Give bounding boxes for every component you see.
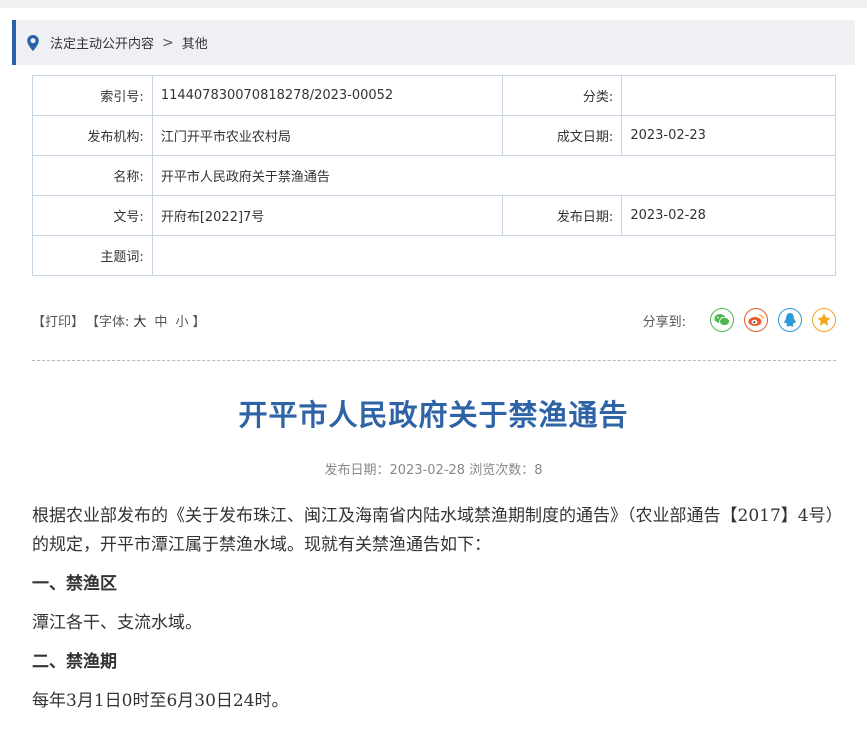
breadcrumb: 法定主动公开内容 > 其他: [12, 20, 855, 65]
qq-icon[interactable]: [778, 308, 802, 332]
doc-no-value: 开府布[2022]7号: [151, 195, 503, 236]
qzone-icon[interactable]: [812, 308, 836, 332]
written-date-value: 2023-02-23: [621, 115, 836, 156]
category-value: [621, 75, 836, 116]
article-title: 开平市人民政府关于禁渔通告: [238, 398, 629, 432]
table-row: 文号: 开府布[2022]7号 发布日期: 2023-02-28: [32, 195, 836, 236]
category-label: 分类:: [501, 75, 623, 116]
wechat-icon[interactable]: [710, 308, 734, 332]
publisher-label: 发布机构:: [32, 115, 153, 156]
font-size-prefix: 【字体:: [86, 314, 130, 330]
publish-date-label: 发布日期:: [501, 195, 623, 236]
table-row: 主题词:: [32, 235, 837, 276]
breadcrumb-current: 其他: [181, 37, 208, 52]
share-bar: 分享到:: [643, 308, 836, 332]
table-row: 名称: 开平市人民政府关于禁渔通告: [32, 155, 837, 196]
publisher-value: 江门开平市农业农村局: [151, 115, 503, 156]
metadata-table: 索引号: 114407830070818278/2023-00052 分类: 发…: [32, 75, 837, 276]
section-heading: 一、禁渔区: [32, 574, 117, 594]
paragraph: 潭江各干、支流水域。: [32, 613, 202, 633]
article-tools: 【打印】 【字体: 大 中 小 】 分享到:: [32, 304, 836, 336]
section-heading: 二、禁渔期: [32, 652, 117, 672]
index-label: 索引号:: [32, 75, 153, 116]
name-value: 开平市人民政府关于禁渔通告: [151, 155, 837, 196]
table-row: 发布机构: 江门开平市农业农村局 成文日期: 2023-02-23: [32, 115, 836, 156]
location-pin-icon: [26, 34, 40, 51]
font-small-button[interactable]: 小: [175, 311, 188, 330]
written-date-label: 成文日期:: [501, 115, 623, 156]
font-size-suffix: 】: [192, 314, 206, 330]
table-row: 索引号: 114407830070818278/2023-00052 分类:: [32, 75, 836, 116]
doc-no-label: 文号:: [32, 195, 153, 236]
paragraph: 每年3月1日0时至6月30日24时。: [32, 691, 289, 711]
font-large-button[interactable]: 大: [133, 311, 146, 330]
publish-date-value: 2023-02-28: [621, 195, 836, 236]
divider: [32, 360, 836, 361]
weibo-icon[interactable]: [744, 308, 768, 332]
breadcrumb-link[interactable]: 法定主动公开内容: [50, 33, 154, 52]
article-meta: 发布日期：2023-02-28 浏览次数：8: [324, 463, 543, 478]
article-body: 根据农业部发布的《关于发布珠江、闽江及海南省内陆水域禁渔期制度的通告》（农业部通…: [32, 502, 838, 726]
font-medium-button[interactable]: 中: [154, 311, 167, 330]
index-value: 114407830070818278/2023-00052: [151, 75, 503, 116]
top-strip: [0, 0, 867, 8]
keywords-value: [151, 235, 837, 276]
chevron-right-icon: >: [162, 34, 174, 51]
share-label: 分享到:: [642, 314, 686, 330]
print-link[interactable]: 【打印】: [32, 311, 84, 330]
keywords-label: 主题词:: [32, 235, 153, 276]
paragraph: 根据农业部发布的《关于发布珠江、闽江及海南省内陆水域禁渔期制度的通告》（农业部通…: [32, 506, 835, 555]
name-label: 名称:: [32, 155, 153, 196]
